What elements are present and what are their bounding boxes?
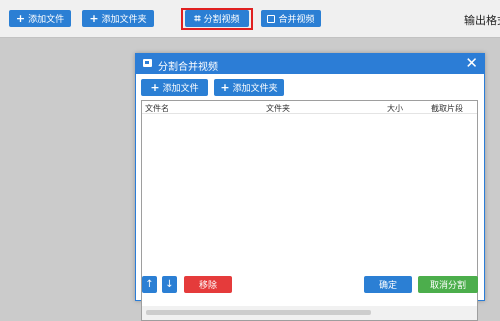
scrollbar-thumb[interactable] — [146, 310, 371, 315]
dialog-titlebar: 分割合并视频 ✕ — [136, 54, 484, 74]
output-format-label: 输出格式 — [464, 14, 500, 27]
dialog-add-folder-button[interactable]: + 添加文件夹 — [214, 79, 284, 96]
dialog-add-file-label: 添加文件 — [162, 84, 199, 94]
merge-icon — [267, 14, 276, 23]
plus-icon: + — [15, 12, 26, 25]
remove-button[interactable]: 移除 — [184, 276, 232, 293]
move-up-button[interactable]: ↑ — [142, 276, 157, 293]
confirm-button[interactable]: 确定 — [364, 276, 412, 293]
dialog-add-file-button[interactable]: + 添加文件 — [141, 79, 208, 96]
video-icon — [143, 59, 152, 67]
plus-icon: + — [150, 81, 160, 94]
horizontal-scrollbar[interactable] — [142, 306, 477, 320]
main-toolbar: + 添加文件 + 添加文件夹 ⌗ 分割视频 合并视频 输出格式 — [0, 0, 500, 38]
header-divider — [142, 113, 477, 114]
plus-icon: + — [89, 12, 99, 25]
split-video-label: 分割视频 — [203, 15, 240, 25]
add-file-button[interactable]: + 添加文件 — [9, 10, 71, 27]
split-video-button[interactable]: ⌗ 分割视频 — [185, 10, 249, 27]
merge-video-label: 合并视频 — [278, 15, 315, 25]
split-merge-dialog: 分割合并视频 ✕ + 添加文件 + 添加文件夹 文件名 文件夹 大小 截取片段 … — [135, 53, 485, 321]
dialog-add-folder-label: 添加文件夹 — [232, 84, 278, 94]
arrow-up-icon: ↑ — [145, 279, 154, 290]
merge-video-button[interactable]: 合并视频 — [261, 10, 321, 27]
add-folder-label: 添加文件夹 — [101, 15, 147, 25]
move-down-button[interactable]: ↓ — [162, 276, 177, 293]
crop-icon: ⌗ — [194, 12, 201, 25]
dialog-title: 分割合并视频 — [158, 62, 218, 73]
arrow-down-icon: ↓ — [165, 279, 174, 290]
cancel-split-button[interactable]: 取消分割 — [418, 276, 478, 293]
add-file-label: 添加文件 — [28, 15, 65, 25]
close-icon[interactable]: ✕ — [465, 55, 478, 72]
add-folder-button[interactable]: + 添加文件夹 — [82, 10, 154, 27]
plus-icon: + — [220, 81, 230, 94]
